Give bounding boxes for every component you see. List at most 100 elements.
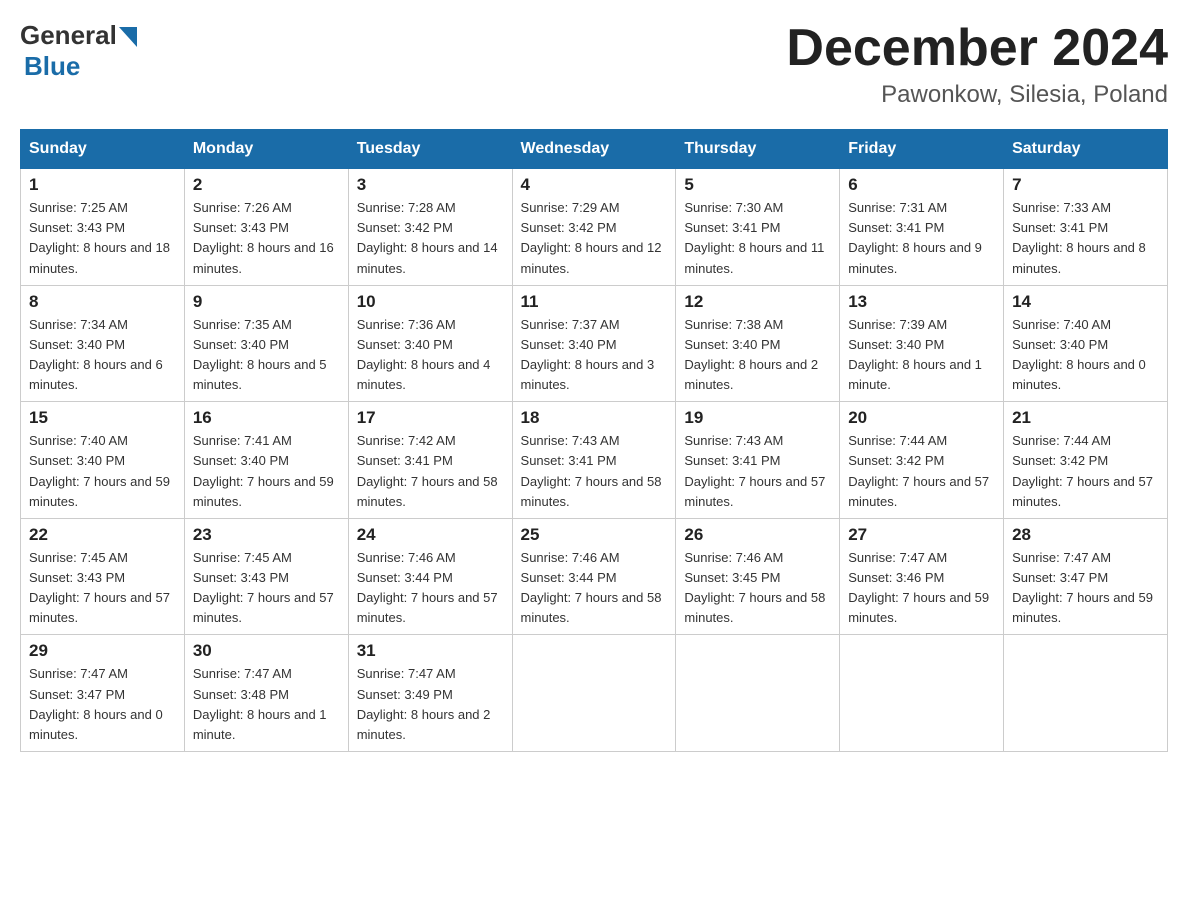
day-number: 16 — [193, 408, 340, 428]
day-info: Sunrise: 7:33 AMSunset: 3:41 PMDaylight:… — [1012, 200, 1146, 275]
calendar-cell: 4 Sunrise: 7:29 AMSunset: 3:42 PMDaylight… — [512, 169, 676, 286]
calendar-cell: 26Sunrise: 7:46 AMSunset: 3:45 PMDayligh… — [676, 518, 840, 635]
calendar-cell: 23 Sunrise: 7:45 AMSunset: 3:43 PMDayligh… — [184, 518, 348, 635]
day-info: Sunrise: 7:25 AMSunset: 3:43 PMDaylight:… — [29, 200, 170, 275]
calendar-body: 1Sunrise: 7:25 AMSunset: 3:43 PMDaylight… — [21, 169, 1168, 752]
day-info: Sunrise: 7:40 AMSunset: 3:40 PMDaylight:… — [1012, 317, 1146, 392]
day-number: 19 — [684, 408, 831, 428]
calendar-cell: 31Sunrise: 7:47 AMSunset: 3:49 PMDayligh… — [348, 635, 512, 752]
calendar-cell: 20 Sunrise: 7:44 AMSunset: 3:42 PMDayligh… — [840, 402, 1004, 519]
calendar-cell: 28Sunrise: 7:47 AMSunset: 3:47 PMDayligh… — [1004, 518, 1168, 635]
day-number: 29 — [29, 641, 176, 661]
day-number: 14 — [1012, 292, 1159, 312]
day-number: 15 — [29, 408, 176, 428]
day-number: 17 — [357, 408, 504, 428]
calendar-cell: 2 Sunrise: 7:26 AMSunset: 3:43 PMDaylight… — [184, 169, 348, 286]
day-info: Sunrise: 7:45 AMSunset: 3:43 PMDaylight:… — [29, 550, 170, 625]
day-number: 25 — [521, 525, 668, 545]
day-info: Sunrise: 7:47 AMSunset: 3:49 PMDaylight:… — [357, 666, 491, 741]
day-info: Sunrise: 7:44 AMSunset: 3:42 PMDaylight:… — [848, 433, 989, 508]
calendar-cell: 22Sunrise: 7:45 AMSunset: 3:43 PMDayligh… — [21, 518, 185, 635]
day-number: 20 — [848, 408, 995, 428]
calendar-cell: 8 Sunrise: 7:34 AMSunset: 3:40 PMDaylight… — [21, 285, 185, 402]
calendar-cell: 14 Sunrise: 7:40 AMSunset: 3:40 PMDayligh… — [1004, 285, 1168, 402]
calendar-cell: 17 Sunrise: 7:42 AMSunset: 3:41 PMDayligh… — [348, 402, 512, 519]
day-number: 3 — [357, 175, 504, 195]
day-info: Sunrise: 7:37 AMSunset: 3:40 PMDaylight:… — [521, 317, 655, 392]
day-number: 4 — [521, 175, 668, 195]
calendar-cell: 12Sunrise: 7:38 AMSunset: 3:40 PMDayligh… — [676, 285, 840, 402]
title-area: December 2024 Pawonkow, Silesia, Poland — [786, 20, 1168, 109]
calendar-cell — [1004, 635, 1168, 752]
calendar-cell — [676, 635, 840, 752]
day-number: 18 — [521, 408, 668, 428]
day-number: 26 — [684, 525, 831, 545]
month-year-title: December 2024 — [786, 20, 1168, 77]
day-info: Sunrise: 7:46 AMSunset: 3:44 PMDaylight:… — [521, 550, 662, 625]
calendar-cell — [840, 635, 1004, 752]
calendar-cell: 9Sunrise: 7:35 AMSunset: 3:40 PMDaylight… — [184, 285, 348, 402]
day-info: Sunrise: 7:45 AMSunset: 3:43 PMDaylight:… — [193, 550, 334, 625]
calendar-cell: 30Sunrise: 7:47 AMSunset: 3:48 PMDayligh… — [184, 635, 348, 752]
calendar-cell: 13 Sunrise: 7:39 AMSunset: 3:40 PMDayligh… — [840, 285, 1004, 402]
day-info: Sunrise: 7:28 AMSunset: 3:42 PMDaylight:… — [357, 200, 498, 275]
day-info: Sunrise: 7:31 AMSunset: 3:41 PMDaylight:… — [848, 200, 982, 275]
calendar-table: Sunday Monday Tuesday Wednesday Thursday… — [20, 129, 1168, 752]
logo-general-text: General — [20, 20, 117, 51]
day-info: Sunrise: 7:41 AMSunset: 3:40 PMDaylight:… — [193, 433, 334, 508]
days-header-row: Sunday Monday Tuesday Wednesday Thursday… — [21, 130, 1168, 169]
day-number: 8 — [29, 292, 176, 312]
header-friday: Friday — [840, 130, 1004, 169]
day-info: Sunrise: 7:40 AMSunset: 3:40 PMDaylight:… — [29, 433, 170, 508]
day-number: 23 — [193, 525, 340, 545]
day-number: 13 — [848, 292, 995, 312]
calendar-week-row: 29 Sunrise: 7:47 AMSunset: 3:47 PMDayligh… — [21, 635, 1168, 752]
day-info: Sunrise: 7:47 AMSunset: 3:47 PMDaylight:… — [29, 666, 163, 741]
day-info: Sunrise: 7:43 AMSunset: 3:41 PMDaylight:… — [521, 433, 662, 508]
header-thursday: Thursday — [676, 130, 840, 169]
calendar-week-row: 22Sunrise: 7:45 AMSunset: 3:43 PMDayligh… — [21, 518, 1168, 635]
calendar-cell: 21Sunrise: 7:44 AMSunset: 3:42 PMDayligh… — [1004, 402, 1168, 519]
calendar-cell: 5 Sunrise: 7:30 AMSunset: 3:41 PMDaylight… — [676, 169, 840, 286]
day-number: 9 — [193, 292, 340, 312]
day-info: Sunrise: 7:34 AMSunset: 3:40 PMDaylight:… — [29, 317, 163, 392]
calendar-cell: 18 Sunrise: 7:43 AMSunset: 3:41 PMDayligh… — [512, 402, 676, 519]
day-number: 27 — [848, 525, 995, 545]
calendar-cell — [512, 635, 676, 752]
calendar-cell: 7 Sunrise: 7:33 AMSunset: 3:41 PMDaylight… — [1004, 169, 1168, 286]
day-number: 24 — [357, 525, 504, 545]
day-info: Sunrise: 7:42 AMSunset: 3:41 PMDaylight:… — [357, 433, 498, 508]
day-info: Sunrise: 7:47 AMSunset: 3:47 PMDaylight:… — [1012, 550, 1153, 625]
day-info: Sunrise: 7:30 AMSunset: 3:41 PMDaylight:… — [684, 200, 824, 275]
day-info: Sunrise: 7:38 AMSunset: 3:40 PMDaylight:… — [684, 317, 818, 392]
logo: General Blue — [20, 20, 137, 82]
header-monday: Monday — [184, 130, 348, 169]
day-number: 2 — [193, 175, 340, 195]
day-number: 10 — [357, 292, 504, 312]
day-number: 6 — [848, 175, 995, 195]
calendar-cell: 27 Sunrise: 7:47 AMSunset: 3:46 PMDayligh… — [840, 518, 1004, 635]
calendar-cell: 11 Sunrise: 7:37 AMSunset: 3:40 PMDayligh… — [512, 285, 676, 402]
calendar-cell: 19Sunrise: 7:43 AMSunset: 3:41 PMDayligh… — [676, 402, 840, 519]
day-number: 30 — [193, 641, 340, 661]
day-info: Sunrise: 7:26 AMSunset: 3:43 PMDaylight:… — [193, 200, 334, 275]
calendar-cell: 10 Sunrise: 7:36 AMSunset: 3:40 PMDayligh… — [348, 285, 512, 402]
day-info: Sunrise: 7:36 AMSunset: 3:40 PMDaylight:… — [357, 317, 491, 392]
day-number: 11 — [521, 292, 668, 312]
logo-blue-text: Blue — [24, 51, 80, 82]
calendar-week-row: 15 Sunrise: 7:40 AMSunset: 3:40 PMDayligh… — [21, 402, 1168, 519]
logo-arrow-icon — [119, 27, 137, 47]
day-info: Sunrise: 7:47 AMSunset: 3:46 PMDaylight:… — [848, 550, 989, 625]
day-number: 5 — [684, 175, 831, 195]
location-subtitle: Pawonkow, Silesia, Poland — [786, 81, 1168, 109]
calendar-week-row: 1Sunrise: 7:25 AMSunset: 3:43 PMDaylight… — [21, 169, 1168, 286]
day-info: Sunrise: 7:29 AMSunset: 3:42 PMDaylight:… — [521, 200, 662, 275]
calendar-cell: 6 Sunrise: 7:31 AMSunset: 3:41 PMDaylight… — [840, 169, 1004, 286]
day-number: 7 — [1012, 175, 1159, 195]
day-info: Sunrise: 7:39 AMSunset: 3:40 PMDaylight:… — [848, 317, 982, 392]
calendar-cell: 1Sunrise: 7:25 AMSunset: 3:43 PMDaylight… — [21, 169, 185, 286]
page-header: General Blue December 2024 Pawonkow, Sil… — [20, 20, 1168, 109]
day-info: Sunrise: 7:44 AMSunset: 3:42 PMDaylight:… — [1012, 433, 1153, 508]
calendar-cell: 24Sunrise: 7:46 AMSunset: 3:44 PMDayligh… — [348, 518, 512, 635]
calendar-cell: 16 Sunrise: 7:41 AMSunset: 3:40 PMDayligh… — [184, 402, 348, 519]
